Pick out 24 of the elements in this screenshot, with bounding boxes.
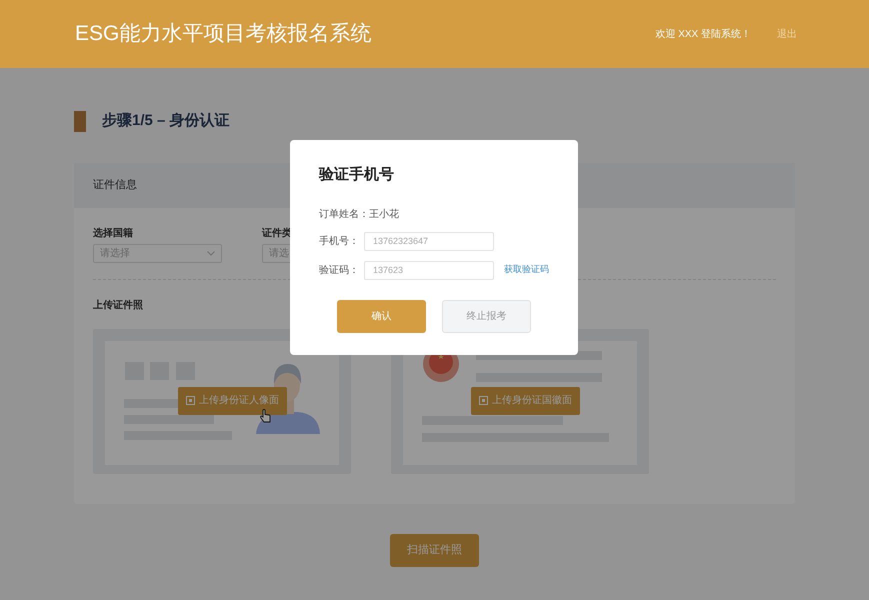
upload-icon — [186, 396, 195, 405]
upload-button[interactable]: 上传身份证国徽面 — [471, 386, 580, 414]
hand-cursor-icon — [260, 408, 271, 422]
step-marker — [74, 110, 86, 132]
field-label: 验证码： — [319, 264, 360, 278]
input-field[interactable]: 137623 — [364, 260, 494, 280]
cancel-button[interactable]: 终止报考 — [442, 300, 531, 332]
dialog-title: 验证手机号 — [319, 165, 395, 185]
field-label: 选择国籍 — [93, 226, 134, 240]
card-title: 证件信息 — [93, 178, 137, 193]
upload-label: 上传证件照 — [93, 298, 144, 312]
upload-icon — [479, 396, 488, 405]
site-title: ESG能力水平项目考核报名系统 — [75, 21, 372, 48]
logout-link[interactable]: 退出 — [777, 26, 797, 42]
upload-button[interactable]: 上传身份证人像面 — [178, 386, 287, 414]
chevron-icon — [207, 250, 215, 256]
welcome-text: 欢迎 XXX 登陆系统！ — [655, 28, 751, 42]
input-field[interactable]: 13762323647 — [364, 232, 494, 250]
confirm-button[interactable]: 确认 — [337, 300, 426, 332]
get-code-link[interactable]: 获取验证码 — [504, 263, 549, 277]
scan-button[interactable]: 扫描证件照 — [390, 534, 479, 566]
step-title: 步骤1/5 – 身份认证 — [102, 111, 230, 131]
field-label: 手机号： — [319, 234, 360, 248]
order-name-text: 订单姓名：王小花 — [319, 208, 400, 222]
